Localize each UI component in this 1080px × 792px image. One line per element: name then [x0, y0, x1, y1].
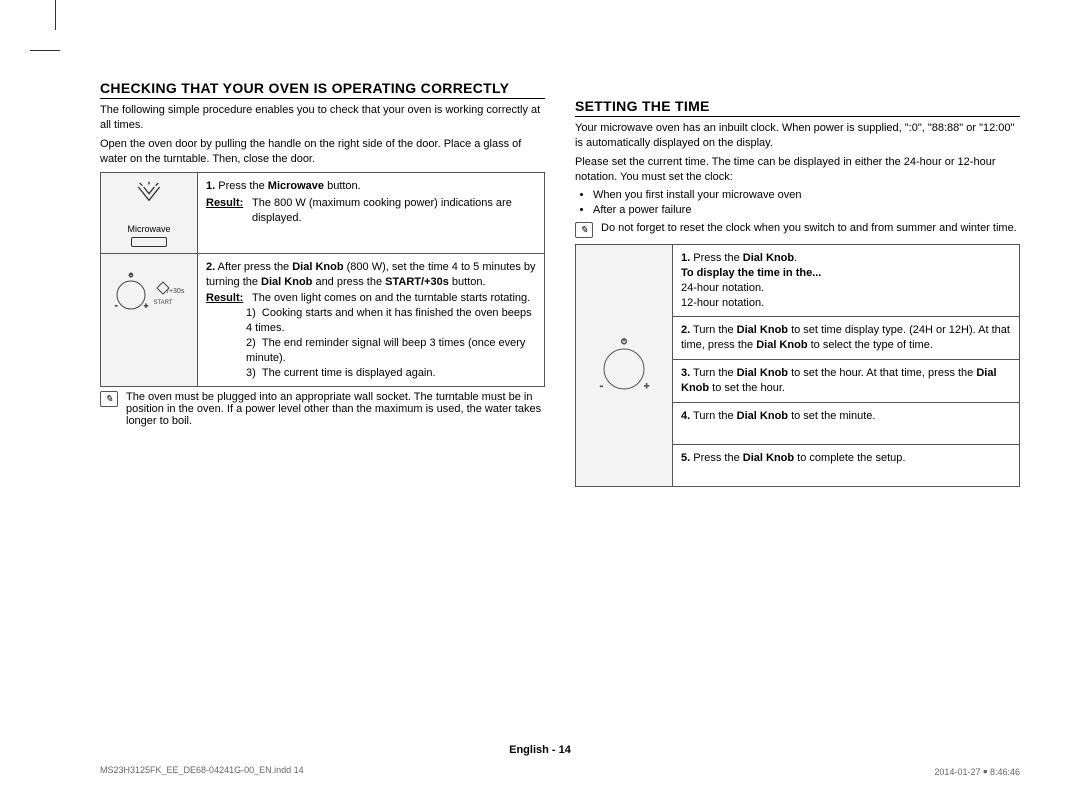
note-icon: ✎: [575, 222, 593, 238]
heading-setting-time: SETTING THE TIME: [575, 98, 1020, 117]
svg-text:-: -: [600, 381, 603, 391]
steps-table-right: ⏻ - + 1. Press the Dial Knob. To display…: [575, 244, 1020, 486]
dial-knob-icon: ⏻ - +: [576, 245, 673, 486]
step1-cell: 1. Press the Microwave button. Result: T…: [198, 173, 545, 253]
svg-text:START: START: [153, 300, 172, 306]
step-cell: 3. Turn the Dial Knob to set the hour. A…: [673, 360, 1020, 403]
footer-date: 2014-01-27 ￭ 8:46:46: [934, 765, 1020, 778]
table-row: ⏻ - + 1. Press the Dial Knob. To display…: [576, 245, 1020, 317]
svg-text:⏻: ⏻: [621, 338, 627, 346]
right-column: SETTING THE TIME Your microwave oven has…: [575, 80, 1020, 487]
intro-text: Open the oven door by pulling the handle…: [100, 137, 545, 167]
step-cell: 2. Turn the Dial Knob to set time displa…: [673, 317, 1020, 360]
content-columns: CHECKING THAT YOUR OVEN IS OPERATING COR…: [100, 80, 1020, 487]
table-row: Microwave 1. Press the Microwave button.…: [101, 173, 545, 253]
svg-text:⏻: ⏻: [129, 273, 133, 279]
step-cell: 4. Turn the Dial Knob to set the minute.: [673, 402, 1020, 444]
intro-text: Your microwave oven has an inbuilt clock…: [575, 121, 1020, 151]
intro-text: The following simple procedure enables y…: [100, 103, 545, 133]
crop-mark-icon: [55, 0, 56, 30]
dial-start-icon: ⏻ - + /+30s START: [101, 253, 198, 387]
page-footer-center: English - 14: [0, 744, 1080, 756]
footer-file: MS23H3125FK_EE_DE68-04241G-00_EN.indd 14: [100, 765, 304, 778]
step2-cell: 2. After press the Dial Knob (800 W), se…: [198, 253, 545, 387]
svg-text:/+30s: /+30s: [167, 288, 185, 295]
heading-checking: CHECKING THAT YOUR OVEN IS OPERATING COR…: [100, 80, 545, 99]
note-block: ✎ The oven must be plugged into an appro…: [100, 391, 545, 427]
bullet-list: When you first install your microwave ov…: [593, 188, 1020, 218]
steps-table-left: Microwave 1. Press the Microwave button.…: [100, 172, 545, 387]
microwave-button-icon: Microwave: [101, 173, 198, 253]
svg-text:+: +: [644, 381, 649, 391]
crop-mark-icon: [30, 50, 60, 51]
note-text: The oven must be plugged into an appropr…: [126, 391, 545, 427]
manual-page: CHECKING THAT YOUR OVEN IS OPERATING COR…: [0, 0, 1080, 792]
left-column: CHECKING THAT YOUR OVEN IS OPERATING COR…: [100, 80, 545, 487]
intro-text: Please set the current time. The time ca…: [575, 155, 1020, 185]
note-block: ✎ Do not forget to reset the clock when …: [575, 222, 1020, 238]
svg-text:-: -: [115, 303, 118, 310]
step-cell: 1. Press the Dial Knob. To display the t…: [673, 245, 1020, 317]
table-row: ⏻ - + /+30s START 2. After press the Dia…: [101, 253, 545, 387]
list-item: When you first install your microwave ov…: [593, 188, 1020, 203]
list-item: After a power failure: [593, 203, 1020, 218]
note-text: Do not forget to reset the clock when yo…: [601, 222, 1017, 238]
page-footer-meta: MS23H3125FK_EE_DE68-04241G-00_EN.indd 14…: [100, 765, 1020, 778]
svg-text:+: +: [144, 303, 148, 310]
step-cell: 5. Press the Dial Knob to complete the s…: [673, 444, 1020, 486]
note-icon: ✎: [100, 391, 118, 407]
